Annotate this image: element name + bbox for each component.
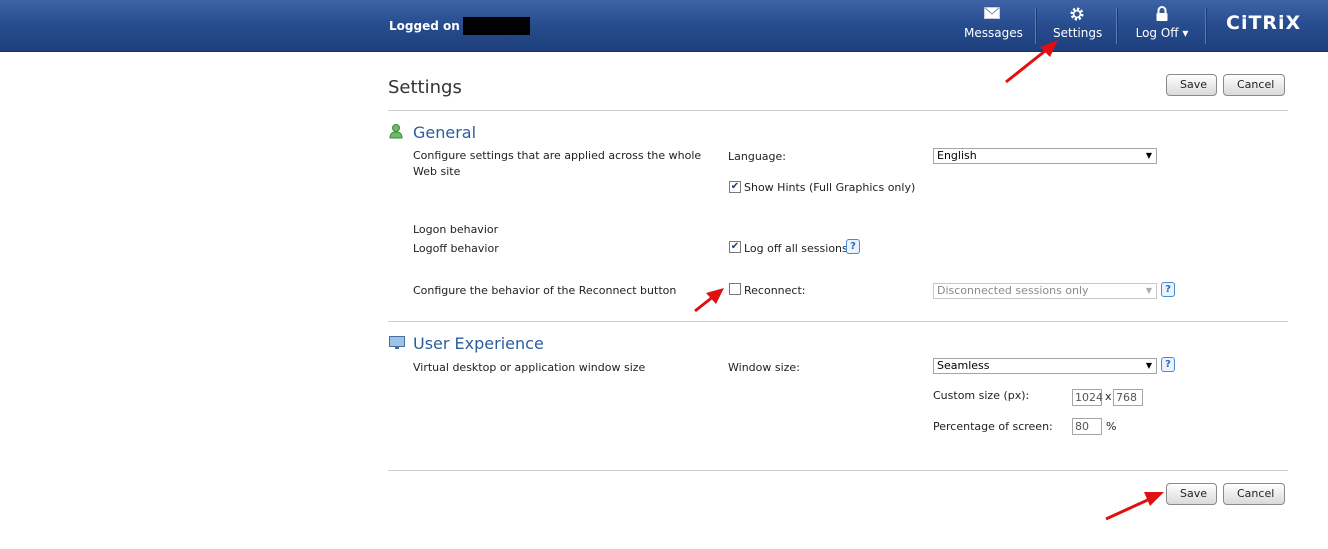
red-arrow-annotation [1105,492,1164,521]
percent-symbol: % [1106,420,1117,433]
help-icon[interactable]: ? [1161,357,1175,372]
percentage-label: Percentage of screen: [933,420,1053,433]
logoff-behavior-label: Logoff behavior [413,242,499,255]
reconnect-value: Disconnected sessions only [937,284,1089,297]
logon-behavior-label: Logon behavior [413,223,499,236]
show-hints-label: Show Hints (Full Graphics only) [744,181,916,194]
help-icon[interactable]: ? [1161,282,1175,297]
page-title: Settings [388,77,462,98]
window-size-value: Seamless [937,359,990,372]
divider [388,470,1288,471]
help-icon[interactable]: ? [846,239,860,254]
red-arrow-annotation [1005,40,1058,84]
log-off-all-label: Log off all sessions [744,242,848,255]
x-separator: x [1105,390,1112,403]
monitor-icon [389,335,405,354]
user-experience-description: Virtual desktop or application window si… [413,361,646,374]
checkbox-check-icon: ✔ [730,181,740,192]
custom-size-label: Custom size (px): [933,389,1030,402]
language-select[interactable]: English ▼ [933,148,1157,164]
window-size-label: Window size: [728,361,800,374]
gear-icon [1053,6,1101,24]
redacted-username [463,17,530,35]
show-hints-checkbox[interactable]: ✔ [729,181,741,193]
user-experience-section-title: User Experience [413,334,544,353]
reconnect-description: Configure the behavior of the Reconnect … [413,284,677,297]
log-off-label: Log Off ▾ [1135,26,1189,40]
general-description: Configure settings that are applied acro… [413,149,702,178]
save-button-top[interactable]: Save [1166,74,1217,96]
log-off-all-checkbox[interactable]: ✔ [729,241,741,253]
top-bar: Logged on as: Messages Settings Log Off … [0,0,1328,52]
citrix-logo: CiTRiX [1226,12,1301,34]
nav-divider [1205,8,1207,44]
custom-width-input[interactable]: 1024 [1072,389,1103,406]
cancel-button-bottom[interactable]: Cancel [1223,483,1285,505]
logo-text: CiTRiX [1226,12,1302,34]
general-section-title: General [413,123,477,142]
dropdown-arrow-icon: ▼ [1145,286,1152,295]
dropdown-arrow-icon: ▼ [1145,361,1152,370]
reconnect-checkbox[interactable] [729,283,741,295]
reconnect-select[interactable]: Disconnected sessions only ▼ [933,283,1157,299]
envelope-icon [964,6,1020,24]
language-label: Language: [728,150,786,163]
nav-divider [1116,8,1118,44]
language-value: English [937,149,977,162]
custom-height-input[interactable]: 768 [1113,389,1143,406]
log-off-button[interactable]: Log Off ▾ [1134,6,1190,46]
window-size-select[interactable]: Seamless ▼ [933,358,1157,374]
user-icon [389,123,403,143]
save-button-bottom[interactable]: Save [1166,483,1217,505]
reconnect-label: Reconnect: [744,284,806,297]
lock-icon [1134,6,1190,24]
cancel-button-top[interactable]: Cancel [1223,74,1285,96]
checkbox-check-icon: ✔ [730,241,740,252]
divider [388,110,1288,111]
divider [388,321,1288,322]
dropdown-arrow-icon: ▼ [1145,151,1152,160]
percentage-input[interactable]: 80 [1072,418,1102,435]
red-arrow-annotation [694,288,724,313]
